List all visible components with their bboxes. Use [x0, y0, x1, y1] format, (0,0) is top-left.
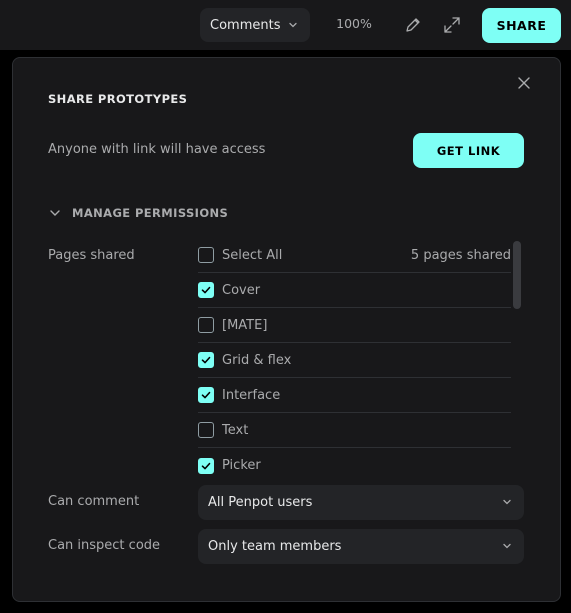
page-name: Text	[222, 422, 249, 438]
share-button[interactable]: SHARE	[482, 8, 561, 43]
page-name: Cover	[222, 282, 261, 298]
select-all-checkbox[interactable]	[198, 247, 214, 263]
page-checkbox[interactable]	[198, 352, 214, 368]
chevron-down-icon	[503, 499, 511, 505]
chevron-down-icon	[289, 22, 297, 28]
top-toolbar: Comments 100% SHARE	[0, 0, 571, 50]
page-name: [MATE]	[222, 317, 268, 333]
mode-select-value: Comments	[210, 17, 281, 33]
manage-permissions-toggle[interactable]: MANAGE PERMISSIONS	[48, 205, 228, 221]
page-name: Grid & flex	[222, 352, 292, 368]
page-checkbox[interactable]	[198, 317, 214, 333]
get-link-button[interactable]: GET LINK	[413, 133, 524, 168]
page-checkbox[interactable]	[198, 387, 214, 403]
can-comment-label: Can comment	[48, 494, 140, 509]
mode-select[interactable]: Comments	[200, 8, 310, 42]
manage-permissions-label: MANAGE PERMISSIONS	[72, 206, 229, 220]
chevron-down-icon	[50, 210, 60, 216]
expand-icon[interactable]	[442, 15, 462, 35]
pencil-icon[interactable]	[403, 15, 423, 35]
can-inspect-value: Only team members	[208, 539, 342, 554]
can-comment-value: All Penpot users	[208, 495, 313, 510]
chevron-down-icon	[503, 543, 511, 549]
can-comment-select[interactable]: All Penpot users	[198, 485, 524, 520]
page-checkbox[interactable]	[198, 282, 214, 298]
pages-shared-label: Pages shared	[48, 248, 135, 263]
pages-scrollbar[interactable]	[513, 241, 521, 309]
dialog-title: SHARE PROTOTYPES	[48, 92, 188, 106]
page-row[interactable]: [MATE]	[198, 308, 511, 343]
page-row[interactable]: Cover	[198, 273, 511, 308]
check-icon	[201, 462, 211, 469]
check-icon	[201, 286, 211, 294]
page-checkbox[interactable]	[198, 422, 214, 438]
access-description: Anyone with link will have access	[48, 142, 266, 157]
zoom-level[interactable]: 100%	[332, 16, 376, 31]
check-icon	[201, 391, 211, 399]
page-row[interactable]: Interface	[198, 378, 511, 413]
select-all-label: Select All	[222, 247, 283, 263]
can-inspect-select[interactable]: Only team members	[198, 529, 524, 564]
page-row[interactable]: Text	[198, 413, 511, 448]
close-icon[interactable]	[517, 76, 531, 90]
pages-count: 5 pages shared	[410, 247, 511, 263]
page-name: Interface	[222, 387, 281, 403]
page-row[interactable]: Picker	[198, 448, 511, 483]
select-all-row[interactable]: Select All 5 pages shared	[198, 238, 511, 273]
can-inspect-label: Can inspect code	[48, 538, 161, 553]
pages-list: Select All 5 pages shared Cover [MATE] G…	[198, 238, 511, 483]
page-checkbox[interactable]	[198, 457, 214, 474]
check-icon	[201, 356, 211, 364]
page-row[interactable]: Grid & flex	[198, 343, 511, 378]
page-name: Picker	[222, 458, 261, 473]
